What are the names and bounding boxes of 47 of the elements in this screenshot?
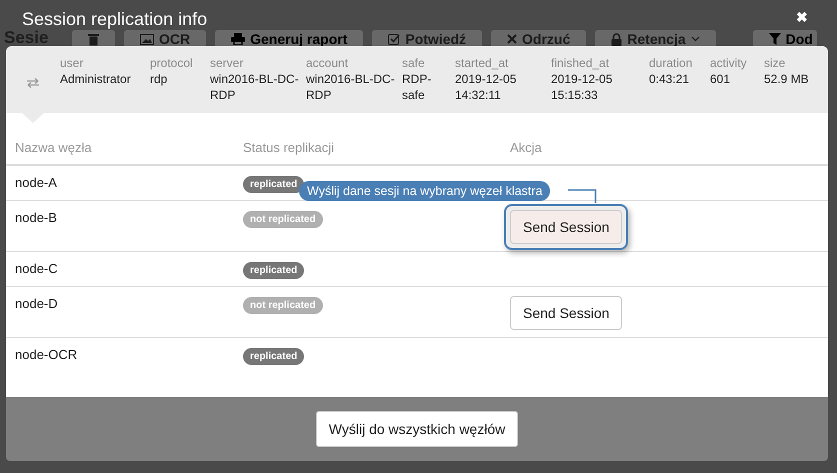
- field-value: 2019-12-05 15:15:33: [551, 71, 614, 103]
- field-label: size: [764, 55, 786, 71]
- field-label: account: [306, 55, 350, 71]
- field-value: win2016-BL-DC-RDP: [306, 71, 396, 103]
- lock-icon: [611, 32, 622, 46]
- field-value: 601: [710, 71, 732, 87]
- field-value: 2019-12-05 14:32:11: [455, 71, 518, 103]
- exchange-icon: [26, 78, 40, 88]
- send-session-button[interactable]: Send Session: [510, 210, 622, 244]
- trash-icon: [88, 32, 99, 46]
- column-header: Nazwa węzła: [14, 140, 93, 155]
- printer-icon: [231, 33, 246, 45]
- field-label: protocol: [150, 55, 194, 71]
- field-label: duration: [649, 55, 694, 71]
- image-icon: [140, 34, 154, 44]
- close-button[interactable]: ✖: [796, 9, 808, 25]
- field-label: safe: [402, 55, 426, 71]
- status-badge: not replicated: [243, 297, 323, 314]
- field-value: 52.9 MB: [764, 71, 810, 87]
- field-label: user: [60, 55, 84, 71]
- dialog-title: Session replication info: [22, 10, 208, 28]
- field-value: Administrator: [60, 71, 132, 87]
- table-cell-text: node-B: [14, 210, 58, 227]
- close-icon: [507, 34, 518, 44]
- send-all-button[interactable]: Wyślij do wszystkich węzłów: [316, 411, 518, 447]
- table-cell-text: node-OCR: [14, 347, 78, 364]
- column-header: Status replikacji: [243, 140, 336, 155]
- table-cell-text: node-D: [14, 296, 59, 313]
- status-badge: replicated: [243, 176, 304, 193]
- field-value: RDP-safe: [402, 71, 432, 103]
- field-value: rdp: [150, 71, 168, 87]
- status-badge: not replicated: [243, 211, 323, 228]
- field-label: finished_at: [551, 55, 610, 71]
- field-label: activity: [710, 55, 748, 71]
- field-label: started_at: [455, 55, 510, 71]
- checkbox-icon: [388, 33, 400, 45]
- status-badge: replicated: [243, 348, 304, 365]
- field-value: 0:43:21: [649, 71, 690, 87]
- send-session-button[interactable]: Send Session: [510, 296, 622, 330]
- caret-icon: [690, 36, 700, 42]
- field-value: win2016-BL-DC-RDP: [210, 71, 300, 103]
- column-header: Akcja: [510, 140, 543, 155]
- field-label: server: [210, 55, 244, 71]
- status-badge: replicated: [243, 262, 304, 279]
- table-cell-text: node-A: [14, 175, 58, 192]
- tooltip: Wyślij dane sesji na wybrany węzeł klastra: [299, 181, 550, 201]
- table-cell-text: node-C: [14, 261, 59, 278]
